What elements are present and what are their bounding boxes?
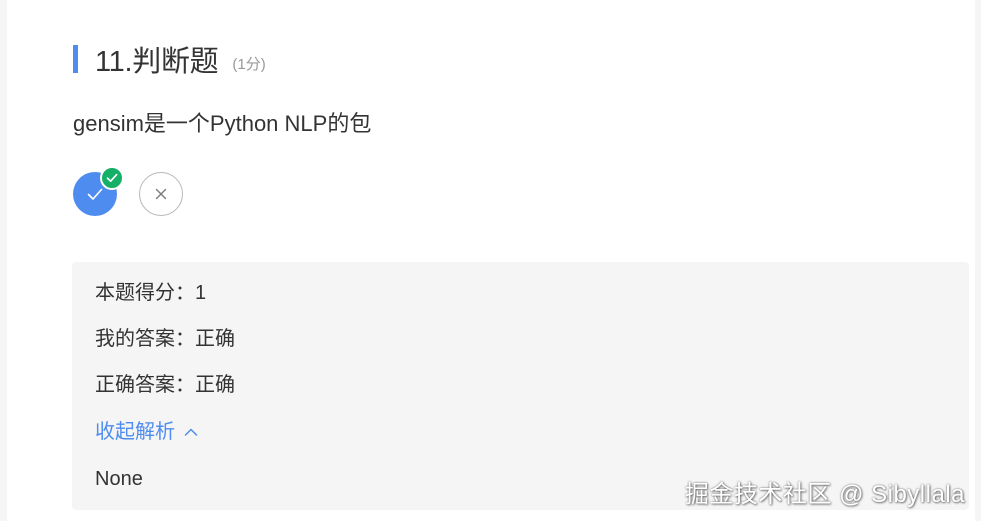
close-icon	[155, 188, 167, 200]
score-value: 1	[195, 282, 207, 304]
left-margin-strip	[0, 0, 7, 521]
check-icon	[87, 188, 103, 200]
title-accent-bar	[73, 45, 78, 73]
my-answer-row: 我的答案：正确	[95, 325, 235, 353]
selected-badge	[100, 166, 124, 190]
correct-answer-row: 正确答案：正确	[95, 371, 235, 399]
my-answer-label: 我的答案：	[95, 328, 195, 350]
answer-analysis-panel: 本题得分：1 我的答案：正确 正确答案：正确 收起解析 None	[72, 262, 969, 510]
watermark: 掘金技术社区 @ Sibyllala	[684, 481, 965, 508]
question-title: 11.判断题	[95, 46, 219, 78]
collapse-analysis-toggle[interactable]: 收起解析	[95, 418, 199, 446]
collapse-analysis-label: 收起解析	[95, 421, 175, 443]
question-header: 11.判断题 (1分)	[73, 38, 266, 80]
chevron-up-icon	[184, 428, 198, 436]
question-score-row: 本题得分：1	[95, 279, 206, 307]
correct-answer-value: 正确	[195, 374, 235, 396]
correct-answer-label: 正确答案：	[95, 374, 195, 396]
right-margin-strip	[975, 0, 981, 521]
analysis-content: None	[95, 468, 143, 490]
question-score: (1分)	[232, 55, 266, 73]
option-false-button[interactable]	[139, 172, 183, 216]
score-label: 本题得分：	[95, 282, 195, 304]
my-answer-value: 正确	[195, 328, 235, 350]
check-badge-icon	[106, 173, 118, 183]
question-stem: gensim是一个Python NLP的包	[73, 111, 372, 136]
